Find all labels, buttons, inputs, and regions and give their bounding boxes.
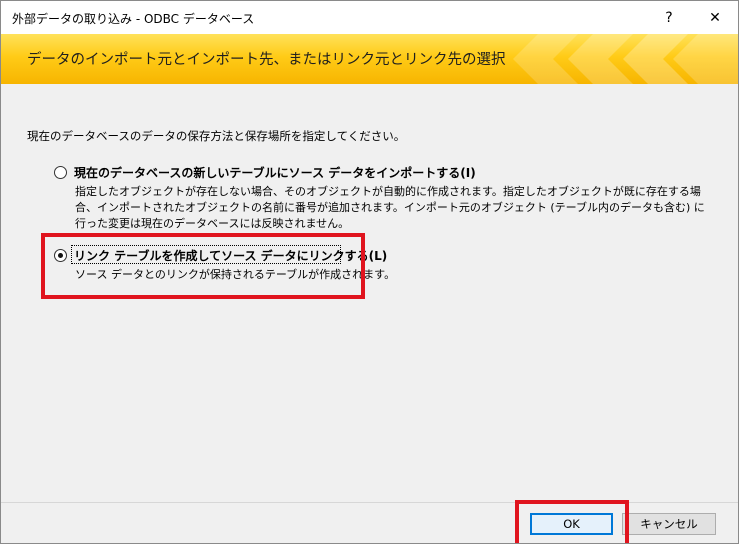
header-banner: データのインポート元とインポート先、またはリンク元とリンク先の選択 [1, 34, 738, 84]
import-option-label[interactable]: 現在のデータベースの新しいテーブルにソース データをインポートする(I) [74, 164, 476, 181]
dialog-window: 外部データの取り込み - ODBC データベース ? ✕ データのインポート元と… [0, 0, 739, 544]
import-option-description: 指定したオブジェクトが存在しない場合、そのオブジェクトが自動的に作成されます。指… [75, 185, 705, 230]
help-icon: ? [665, 9, 673, 26]
content-area: 現在のデータベースのデータの保存方法と保存場所を指定してください。 現在のデータ… [1, 84, 738, 502]
banner-title: データのインポート元とインポート先、またはリンク元とリンク先の選択 [27, 52, 506, 68]
close-icon: ✕ [709, 9, 721, 26]
highlight-box-link-option [41, 233, 365, 299]
window-title: 外部データの取り込み - ODBC データベース [12, 12, 255, 26]
button-bar: OK キャンセル [1, 500, 738, 543]
help-button[interactable]: ? [647, 1, 691, 34]
title-bar[interactable]: 外部データの取り込み - ODBC データベース ? ✕ [1, 1, 738, 34]
instruction-text: 現在のデータベースのデータの保存方法と保存場所を指定してください。 [27, 129, 406, 143]
cancel-button[interactable]: キャンセル [622, 513, 716, 535]
import-radio[interactable] [54, 166, 67, 179]
close-button[interactable]: ✕ [693, 1, 737, 34]
banner-arrows-decoration [513, 34, 738, 84]
highlight-box-ok-button [515, 500, 629, 543]
